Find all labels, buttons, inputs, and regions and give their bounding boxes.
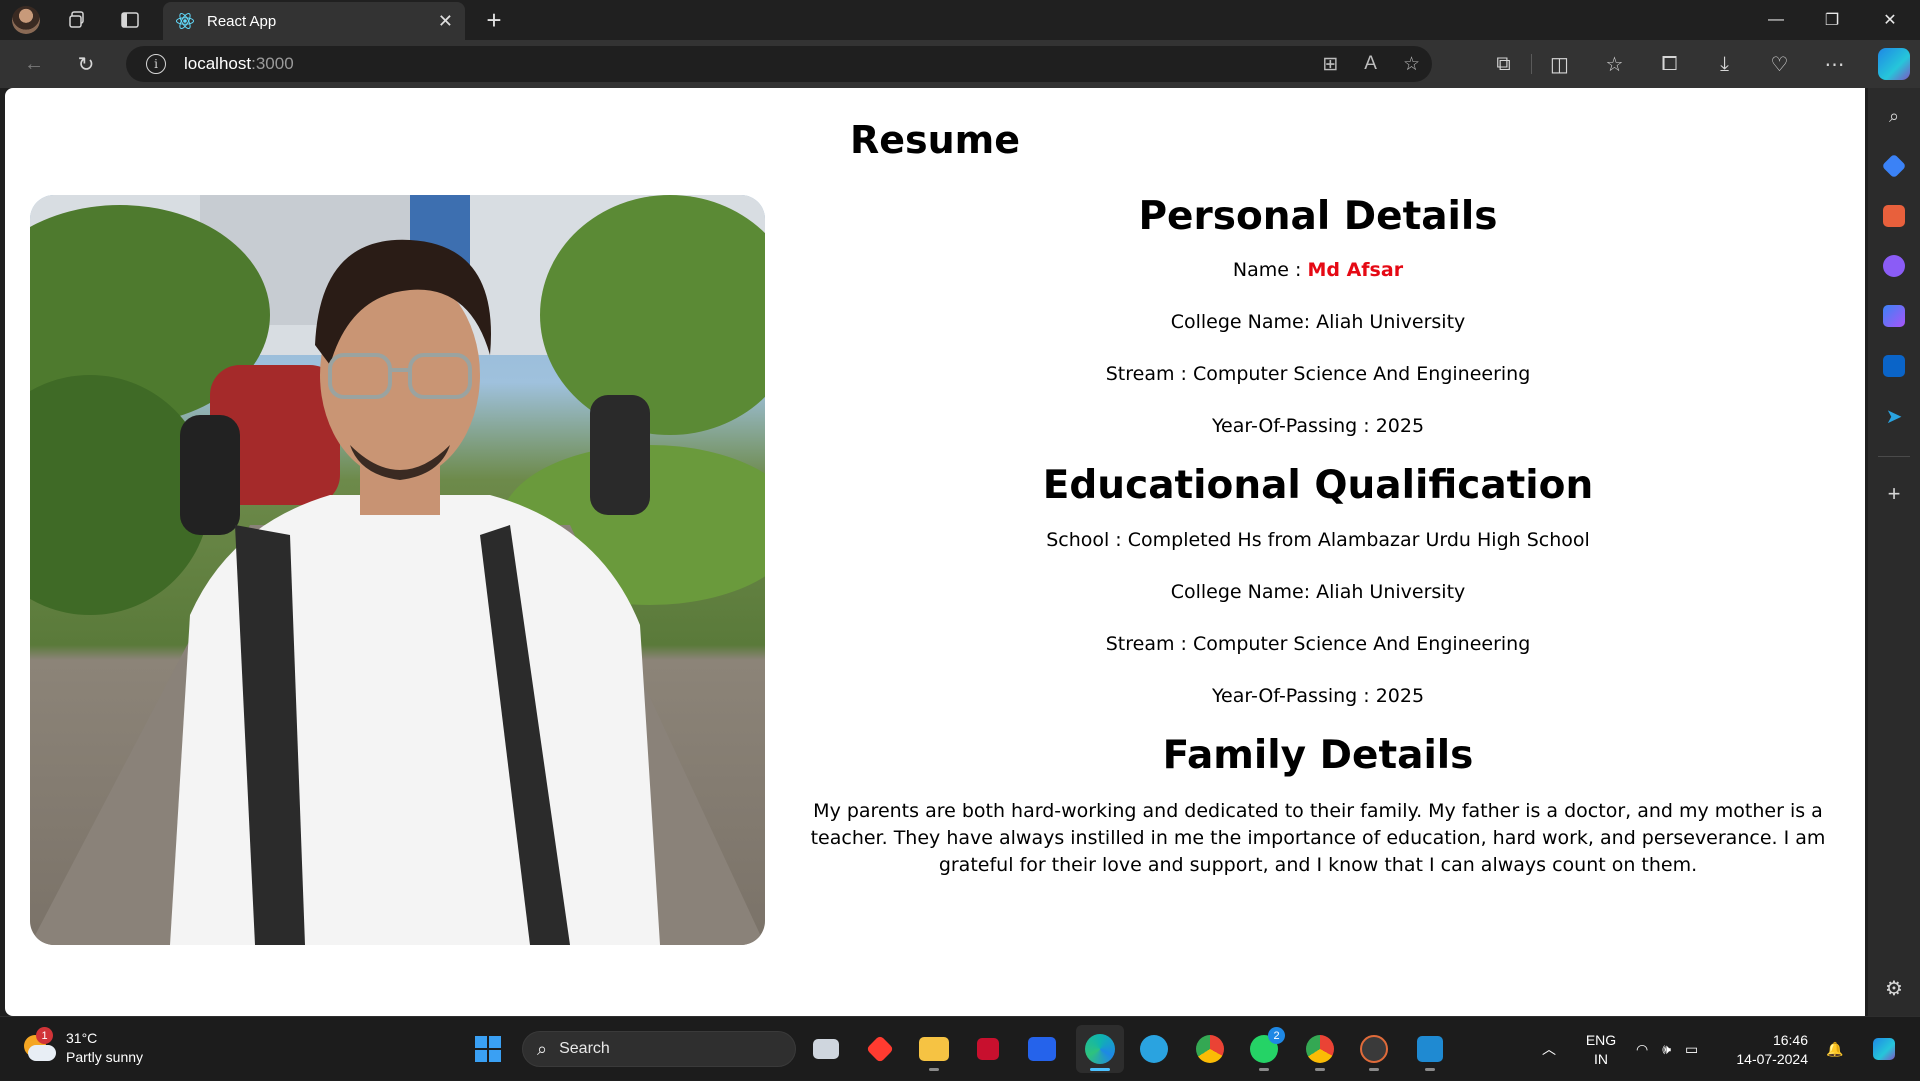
page-title: Resume (849, 118, 1021, 162)
restore-button[interactable]: ❐ (1804, 0, 1860, 40)
show-hidden-icons[interactable]: ︿ (1542, 1017, 1556, 1081)
collections-icon[interactable]: ⧠ (1642, 53, 1697, 76)
personal-stream: Stream : Computer Science And Engineerin… (1105, 363, 1531, 385)
sidebar-games-icon[interactable] (1868, 246, 1920, 286)
education-school: School : Completed Hs from Alambazar Urd… (1046, 529, 1590, 551)
taskbar-search[interactable]: ⌕ Search (522, 1031, 796, 1067)
clock-date: 14-07-2024 (1736, 1051, 1808, 1067)
new-tab-button[interactable]: + (478, 5, 510, 35)
education-year: Year-Of-Passing : 2025 (1211, 685, 1425, 707)
favorites-icon[interactable]: ☆ (1587, 52, 1642, 77)
edge-sidebar: ⌕ ➤ + ⚙ (1868, 88, 1920, 1016)
site-info-icon[interactable]: i (146, 54, 166, 74)
address-bar[interactable]: i localhost:3000 ⊞ A ☆ (126, 46, 1432, 82)
education-heading: Educational Qualification (1042, 463, 1594, 508)
whatsapp-app[interactable]: 2 (1240, 1025, 1288, 1073)
task-view-app[interactable] (802, 1025, 850, 1073)
tab-react-app[interactable]: React App ✕ (163, 2, 465, 40)
system-tray[interactable]: ◠ 🕪 ▭ (1636, 1017, 1698, 1081)
chrome-app[interactable] (1186, 1025, 1234, 1073)
search-label: Search (559, 1040, 610, 1057)
partly-sunny-icon: 1 (22, 1027, 56, 1063)
sidebar-microsoft365-icon[interactable] (1868, 296, 1920, 336)
weather-temp: 31°C (66, 1030, 98, 1046)
weather-widget[interactable]: 1 31°C Partly sunny (22, 1027, 144, 1067)
sidebar-outlook-icon[interactable] (1868, 346, 1920, 386)
whatsapp-badge: 2 (1268, 1027, 1285, 1044)
education-stream: Stream : Computer Science And Engineerin… (1105, 633, 1531, 655)
clock[interactable]: 16:46 14-07-2024 (1734, 1031, 1808, 1069)
sidebar-tools-icon[interactable] (1868, 196, 1920, 236)
sidebar-shopping-icon[interactable] (1868, 146, 1920, 186)
clock-time: 16:46 (1772, 1032, 1808, 1048)
lang-line1: ENG (1585, 1032, 1617, 1048)
telegram-app[interactable] (1130, 1025, 1178, 1073)
media-player-app[interactable] (1350, 1025, 1398, 1073)
search-icon: ⌕ (537, 1038, 548, 1059)
sidebar-divider (1878, 456, 1910, 457)
name-label: Name : (1232, 259, 1308, 281)
url-host: localhost (184, 54, 252, 73)
downloads-icon[interactable]: ⤓ (1697, 53, 1752, 76)
profile-avatar (12, 6, 40, 34)
battery-icon: ▭ (1685, 1040, 1699, 1057)
profile-photo (30, 195, 765, 945)
workspaces-icon[interactable] (52, 0, 104, 40)
back-button[interactable]: ← (8, 44, 60, 84)
personal-details-heading: Personal Details (1138, 194, 1498, 239)
minimize-button[interactable]: — (1748, 0, 1804, 40)
profile-button[interactable] (0, 0, 52, 40)
refresh-button[interactable]: ↻ (60, 44, 112, 84)
split-screen-icon[interactable]: ◫ (1532, 52, 1587, 77)
chrome-profile-app[interactable] (1296, 1025, 1344, 1073)
vscode-app[interactable] (1406, 1025, 1454, 1073)
devhome-app[interactable] (1018, 1025, 1066, 1073)
weather-desc: Partly sunny (66, 1049, 144, 1065)
extensions-icon[interactable]: ⧉ (1476, 53, 1531, 76)
notification-bell-icon[interactable]: 🔔 (1826, 1017, 1843, 1081)
favorite-star-icon[interactable]: ☆ (1403, 53, 1420, 76)
tab-actions-icon[interactable] (104, 0, 156, 40)
app-available-icon[interactable]: ⊞ (1322, 53, 1338, 76)
personal-college: College Name: Aliah University (1170, 311, 1466, 333)
close-tab-icon[interactable]: ✕ (438, 11, 453, 32)
sidebar-search-icon[interactable]: ⌕ (1868, 96, 1920, 136)
name-row: Name : Md Afsar (783, 257, 1853, 284)
url-port: :3000 (251, 54, 294, 73)
windows-logo-icon (475, 1036, 501, 1062)
browser-toolbar-icons: ⧉ ◫ ☆ ⧠ ⤓ ♡ ⋯ (1476, 46, 1862, 82)
sidebar-add-icon[interactable]: + (1868, 474, 1920, 514)
start-button[interactable] (464, 1025, 512, 1073)
close-window-button[interactable]: ✕ (1862, 0, 1918, 40)
more-options-icon[interactable]: ⋯ (1807, 52, 1862, 77)
family-heading: Family Details (1162, 733, 1474, 778)
lang-line2: IN (1594, 1051, 1608, 1067)
wifi-icon: ◠ (1636, 1040, 1649, 1057)
tab-title: React App (207, 12, 277, 30)
mcafee-app[interactable] (964, 1025, 1012, 1073)
input-language[interactable]: ENG IN (1584, 1031, 1618, 1069)
browser-essentials-icon[interactable]: ♡ (1752, 52, 1807, 77)
weather-badge: 1 (36, 1027, 53, 1044)
copilot-taskbar-app[interactable] (1860, 1025, 1908, 1073)
read-aloud-icon[interactable]: A (1364, 53, 1377, 75)
sidebar-drop-icon[interactable]: ➤ (1868, 396, 1920, 436)
windows-taskbar: 1 31°C Partly sunny ⌕ Search 2 ︿ ENG IN … (0, 1016, 1920, 1080)
name-value: Md Afsar (1307, 259, 1404, 281)
personal-year: Year-Of-Passing : 2025 (1211, 415, 1425, 437)
family-text: My parents are both hard-working and ded… (810, 800, 1826, 876)
file-explorer-app[interactable] (910, 1025, 958, 1073)
resume-details: Personal Details Name : Md Afsar College… (783, 193, 1853, 879)
app-red-diamond[interactable] (856, 1025, 904, 1073)
edge-app[interactable] (1076, 1025, 1124, 1073)
react-icon (176, 12, 194, 30)
sidebar-settings-icon[interactable]: ⚙ (1868, 968, 1920, 1008)
copilot-icon[interactable] (1878, 48, 1910, 80)
page-viewport: Resume Personal Details Name: Md Afsar … (5, 88, 1865, 1016)
volume-icon: 🕪 (1662, 1040, 1672, 1057)
education-college: College Name: Aliah University (1170, 581, 1466, 603)
